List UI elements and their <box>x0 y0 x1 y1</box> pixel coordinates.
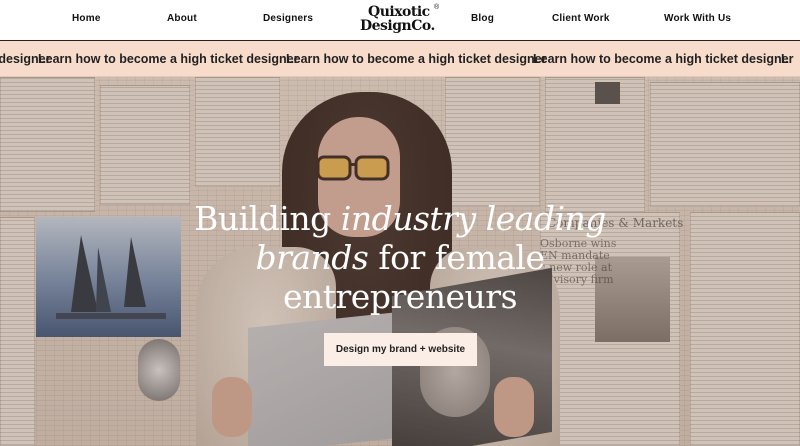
announcement-marquee[interactable]: Learn how to become a high ticket design… <box>0 41 800 77</box>
hero-headline: Building industry leading brands for fem… <box>0 199 800 316</box>
logo-registered-mark: ® <box>434 4 440 11</box>
marquee-item[interactable]: Learn how to become a high ticket design… <box>533 52 793 66</box>
headline-text: entrepreneurs <box>282 277 518 316</box>
nav-client-work[interactable]: Client Work <box>552 13 610 24</box>
headline-text: for female <box>378 238 545 277</box>
nav-blog[interactable]: Blog <box>471 13 494 24</box>
headline-text: Building <box>194 199 331 238</box>
design-my-brand-button[interactable]: Design my brand + website <box>324 333 477 366</box>
hero-section: Companies & Markets Osborne wins EN mand… <box>0 77 800 446</box>
marquee-item[interactable]: Learn how to become a high ticket design… <box>286 52 546 66</box>
headline-italic: brands <box>255 238 369 277</box>
brand-logo[interactable]: Quixotic DesignCo. ® <box>358 2 444 38</box>
nav-designers[interactable]: Designers <box>263 13 313 24</box>
nav-work-with-us[interactable]: Work With Us <box>664 13 731 24</box>
marquee-item[interactable]: L <box>781 52 789 66</box>
headline-italic: industry leading <box>340 199 607 238</box>
nav-home[interactable]: Home <box>72 13 101 24</box>
logo-text-line2: DesignCo. <box>360 18 435 34</box>
nav-about[interactable]: About <box>167 13 197 24</box>
marquee-item[interactable]: Learn how to become a high ticket design… <box>38 52 298 66</box>
top-navigation: Home About Designers Quixotic DesignCo. … <box>0 0 800 41</box>
